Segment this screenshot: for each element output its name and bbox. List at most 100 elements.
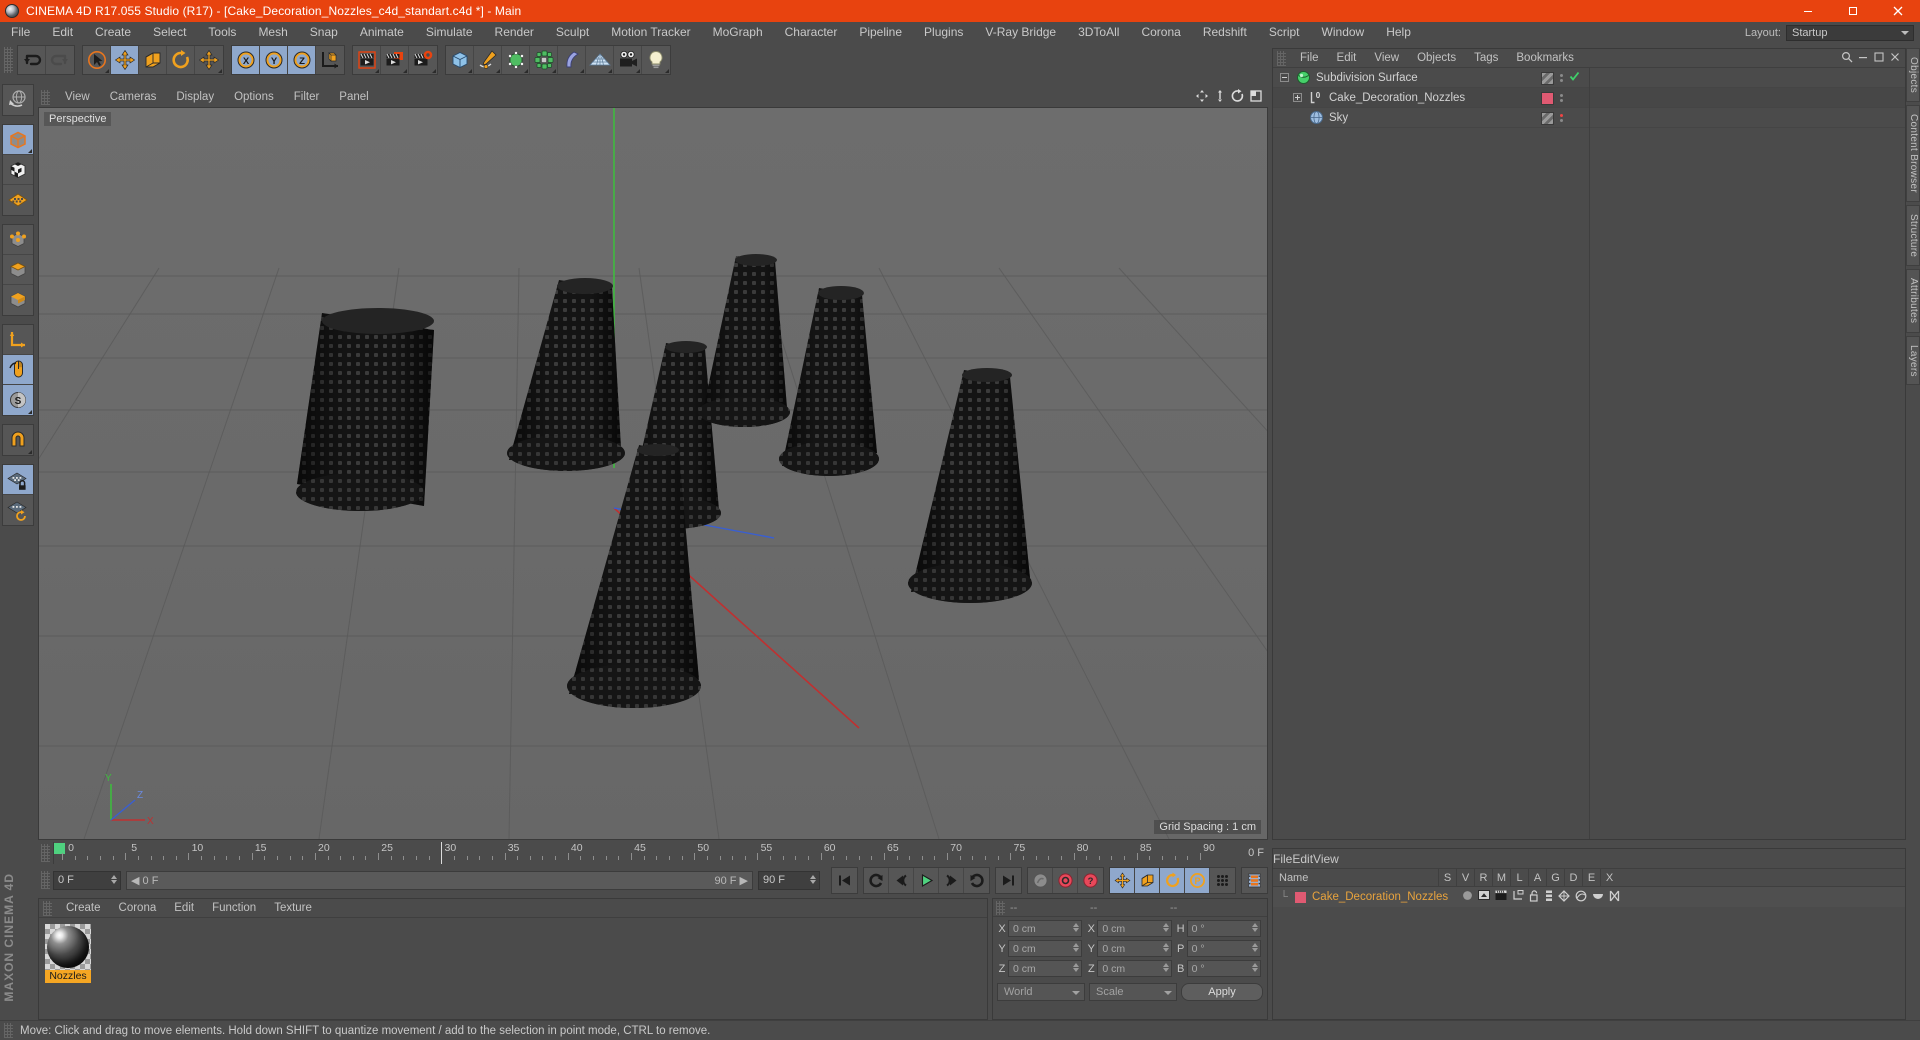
minimize-button[interactable] — [1785, 0, 1830, 22]
coordinate-mode-dropdown[interactable]: Scale — [1089, 983, 1177, 1001]
render-settings-button[interactable] — [409, 46, 437, 74]
menu-item-animate[interactable]: Animate — [349, 22, 415, 42]
live-selection-button[interactable] — [83, 46, 111, 74]
objman-menu-file[interactable]: File — [1291, 49, 1328, 68]
menu-item-help[interactable]: Help — [1375, 22, 1422, 42]
play-backward-loop-button[interactable] — [864, 867, 889, 893]
workplane-lock-button[interactable] — [3, 465, 33, 495]
menu-item-tools[interactable]: Tools — [197, 22, 247, 42]
coordinate-field-x-0[interactable]: 0 cm — [1008, 920, 1083, 937]
menu-item-motion-tracker[interactable]: Motion Tracker — [600, 22, 701, 42]
deformer-icon[interactable] — [1575, 890, 1587, 905]
move-dup-button[interactable] — [195, 46, 223, 74]
timeline-current-marker[interactable] — [54, 843, 65, 854]
layer-row[interactable]: └ Cake_Decoration_Nozzles — [1273, 887, 1905, 907]
coordinate-spinner[interactable] — [1251, 963, 1258, 972]
menu-item-file[interactable]: File — [0, 22, 41, 42]
record-param-button[interactable]: P — [1185, 867, 1210, 893]
coordinate-field-b-2[interactable]: 0 ° — [1186, 960, 1261, 977]
viewport-menu-grip[interactable] — [41, 90, 50, 105]
visibility-dots[interactable] — [1560, 74, 1563, 82]
menu-item-plugins[interactable]: Plugins — [913, 22, 974, 42]
coordinate-spinner[interactable] — [1073, 963, 1080, 972]
menu-item-3dtoall[interactable]: 3DToAll — [1067, 22, 1130, 42]
object-tag-swatch[interactable] — [1541, 111, 1554, 125]
viewport-menu-filter[interactable]: Filter — [284, 88, 330, 107]
magnet-tool-button[interactable] — [3, 425, 33, 455]
undo-button[interactable] — [18, 46, 46, 74]
coordinate-field-p-2[interactable]: 0 ° — [1186, 940, 1261, 957]
enabled-check-icon[interactable] — [1569, 71, 1580, 85]
menu-item-character[interactable]: Character — [774, 22, 849, 42]
generator-icon[interactable] — [1558, 889, 1571, 905]
minimize-panel-icon[interactable] — [1857, 51, 1869, 66]
visible-screen-icon[interactable] — [1478, 890, 1491, 904]
visibility-render-dot[interactable] — [1560, 119, 1563, 122]
visibility-render-dot[interactable] — [1560, 79, 1563, 82]
objman-menu-view[interactable]: View — [1365, 49, 1408, 68]
objman-menu-bookmarks[interactable]: Bookmarks — [1507, 49, 1583, 68]
viewport-menu-display[interactable]: Display — [166, 88, 224, 107]
manager-tree-icon[interactable] — [1512, 890, 1524, 904]
viewport-canvas[interactable]: Perspective Grid Spacing : 1 cm Y X Z — [38, 107, 1268, 840]
animation-icon[interactable] — [1545, 890, 1553, 905]
tree-expander-cell[interactable] — [1273, 73, 1295, 82]
record-scale-button[interactable] — [1135, 867, 1160, 893]
coordinate-field-x-1[interactable]: 0 cm — [1097, 920, 1172, 937]
add-bend-button[interactable] — [558, 46, 586, 74]
layer-column-m[interactable]: M — [1492, 868, 1510, 887]
layer-column-e[interactable]: E — [1582, 868, 1600, 887]
viewport-menu-panel[interactable]: Panel — [329, 88, 378, 107]
coordinate-field-z-0[interactable]: 0 cm — [1008, 960, 1083, 977]
move-tool-button[interactable] — [111, 46, 139, 74]
add-nurbs-button[interactable] — [502, 46, 530, 74]
next-frame-button[interactable] — [939, 867, 964, 893]
record-rotation-button[interactable] — [1160, 867, 1185, 893]
record-position-button[interactable] — [1110, 867, 1135, 893]
move-view-icon[interactable] — [1195, 89, 1209, 106]
expression-icon[interactable] — [1592, 890, 1604, 904]
visibility-editor-dot[interactable] — [1560, 114, 1563, 117]
menu-item-simulate[interactable]: Simulate — [415, 22, 484, 42]
workplane-rotate-button[interactable] — [3, 495, 33, 525]
menu-item-snap[interactable]: Snap — [299, 22, 349, 42]
layout-dropdown[interactable]: Startup — [1786, 24, 1914, 41]
visibility-editor-dot[interactable] — [1560, 94, 1563, 97]
object-manager-grip[interactable] — [1277, 50, 1286, 66]
lock-open-icon[interactable] — [1529, 889, 1540, 905]
xref-icon[interactable] — [1609, 890, 1620, 905]
expand-plus-icon[interactable] — [1292, 93, 1302, 102]
layer-column-v[interactable]: V — [1456, 868, 1474, 887]
solo-circle-icon[interactable] — [1462, 890, 1473, 904]
keyframe-selection-button[interactable]: ? — [1078, 867, 1103, 893]
rotate-tool-button[interactable] — [167, 46, 195, 74]
current-frame-field[interactable]: 0 F — [53, 870, 121, 890]
viewport-menu-options[interactable]: Options — [224, 88, 284, 107]
menu-item-edit[interactable]: Edit — [41, 22, 84, 42]
play-forward-loop-button[interactable] — [964, 867, 989, 893]
previous-frame-button[interactable] — [889, 867, 914, 893]
object-tag-swatch[interactable] — [1541, 91, 1554, 105]
timeline-playhead[interactable] — [441, 842, 443, 864]
maximize-button[interactable] — [1830, 0, 1875, 22]
layer-column-l[interactable]: L — [1510, 868, 1528, 887]
visibility-editor-dot[interactable] — [1560, 74, 1563, 77]
material-menu-edit[interactable]: Edit — [165, 899, 203, 918]
objman-menu-edit[interactable]: Edit — [1328, 49, 1366, 68]
go-to-end-button[interactable] — [996, 867, 1021, 893]
tree-expander-cell[interactable] — [1286, 93, 1308, 102]
menu-item-redshift[interactable]: Redshift — [1192, 22, 1258, 42]
material-menu-texture[interactable]: Texture — [265, 899, 321, 918]
dock-tab-layers[interactable]: Layers — [1906, 335, 1920, 386]
preview-range-bar[interactable]: ◀ 0 F 90 F ▶ — [126, 870, 753, 890]
coordinates-grip[interactable] — [996, 900, 1005, 915]
enable-axis-button[interactable]: S — [3, 385, 33, 415]
texture-mode-button[interactable] — [3, 155, 33, 185]
layer-column-d[interactable]: D — [1564, 868, 1582, 887]
redo-button[interactable] — [46, 46, 74, 74]
pan-view-icon[interactable] — [1213, 89, 1227, 106]
go-to-start-button[interactable] — [832, 867, 857, 893]
add-camera-button[interactable] — [614, 46, 642, 74]
layer-column-r[interactable]: R — [1474, 868, 1492, 887]
layer-color-swatch[interactable] — [1295, 891, 1306, 903]
